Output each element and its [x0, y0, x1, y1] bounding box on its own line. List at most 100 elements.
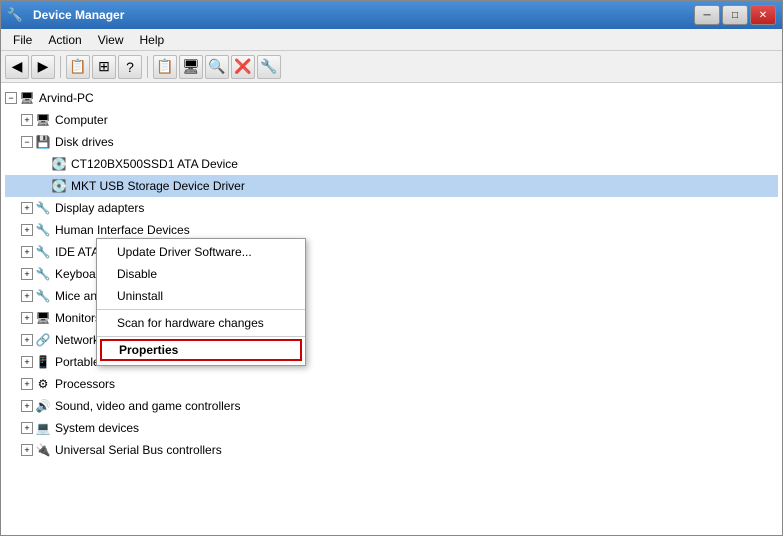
- maximize-button[interactable]: □: [722, 5, 748, 25]
- expand-mice[interactable]: +: [21, 290, 33, 302]
- expand-diskdrives[interactable]: −: [21, 136, 33, 148]
- expand-root[interactable]: −: [5, 92, 17, 104]
- forward-button[interactable]: ▶: [31, 55, 55, 79]
- computer-label: Computer: [55, 110, 108, 130]
- expand-ide[interactable]: +: [21, 246, 33, 258]
- window-icon: 🔧: [7, 7, 23, 23]
- close-button[interactable]: ✕: [750, 5, 776, 25]
- system-label: System devices: [55, 418, 139, 438]
- tree-item-sound[interactable]: + Sound, video and game controllers: [5, 395, 778, 417]
- ctx-update-driver[interactable]: Update Driver Software...: [97, 241, 305, 263]
- sound-label: Sound, video and game controllers: [55, 396, 240, 416]
- expand-usb[interactable]: +: [21, 444, 33, 456]
- expand-computer[interactable]: +: [21, 114, 33, 126]
- usb-icon: [35, 442, 51, 458]
- expand-portable[interactable]: +: [21, 356, 33, 368]
- device-settings-button[interactable]: 🔧: [257, 55, 281, 79]
- hid-icon: [35, 222, 51, 238]
- minimize-button[interactable]: ─: [694, 5, 720, 25]
- ct120-label: CT120BX500SSD1 ATA Device: [71, 154, 238, 174]
- minimize-icon: ─: [703, 10, 710, 21]
- computer-icon: [35, 112, 51, 128]
- toolbar: ◀ ▶ 📋 ⊞ ? 📋 🖥 🔍 ❌ 🔧: [1, 51, 782, 83]
- processors-icon: [35, 376, 51, 392]
- context-menu: Update Driver Software... Disable Uninst…: [96, 238, 306, 366]
- diskdrives-icon: [35, 134, 51, 150]
- devices-icon: 🖥: [182, 58, 200, 75]
- mkt-label: MKT USB Storage Device Driver: [71, 176, 245, 196]
- back-icon: ◀: [12, 58, 23, 75]
- expand-sound[interactable]: +: [21, 400, 33, 412]
- back-button[interactable]: ◀: [5, 55, 29, 79]
- tree-item-mkt[interactable]: MKT USB Storage Device Driver: [5, 175, 778, 197]
- display-label: Display adapters: [55, 198, 144, 218]
- help-button[interactable]: ?: [118, 55, 142, 79]
- menu-file[interactable]: File: [5, 31, 40, 49]
- ctx-disable[interactable]: Disable: [97, 263, 305, 285]
- expand-processors[interactable]: +: [21, 378, 33, 390]
- device-manager-window: 🔧 Device Manager ─ □ ✕ File Action View …: [0, 0, 783, 536]
- help-icon: ?: [126, 59, 134, 75]
- tree-item-system[interactable]: + System devices: [5, 417, 778, 439]
- content-area: − Arvind-PC + Computer − Disk drives: [1, 83, 782, 535]
- resources-icon: 🔍: [208, 58, 225, 75]
- ctx-properties[interactable]: Properties: [100, 339, 302, 361]
- scan-icon: ❌: [234, 58, 251, 75]
- expand-display[interactable]: +: [21, 202, 33, 214]
- ctx-separator-1: [97, 309, 305, 310]
- system-icon: [35, 420, 51, 436]
- title-bar: 🔧 Device Manager ─ □ ✕: [1, 1, 782, 29]
- title-bar-left: 🔧 Device Manager: [7, 7, 124, 23]
- forward-icon: ▶: [38, 58, 49, 75]
- no-expand-ct120: [37, 158, 49, 170]
- ctx-uninstall[interactable]: Uninstall: [97, 285, 305, 307]
- network-icon: [35, 332, 51, 348]
- window-title: Device Manager: [33, 8, 124, 22]
- no-expand-mkt: [37, 180, 49, 192]
- display-icon: 📋: [156, 58, 173, 75]
- usb-label: Universal Serial Bus controllers: [55, 440, 222, 460]
- tree-root[interactable]: − Arvind-PC: [5, 87, 778, 109]
- tree-item-ct120[interactable]: CT120BX500SSD1 ATA Device: [5, 153, 778, 175]
- settings-icon: 🔧: [260, 58, 277, 75]
- expand-hid[interactable]: +: [21, 224, 33, 236]
- expand-network[interactable]: +: [21, 334, 33, 346]
- expand-keyboards[interactable]: +: [21, 268, 33, 280]
- display-button[interactable]: 📋: [153, 55, 177, 79]
- show-devices-button[interactable]: 🖥: [179, 55, 203, 79]
- tree-item-display[interactable]: + Display adapters: [5, 197, 778, 219]
- hid-label: Human Interface Devices: [55, 220, 190, 240]
- monitors-label: Monitors: [55, 308, 101, 328]
- tree-item-usb[interactable]: + Universal Serial Bus controllers: [5, 439, 778, 461]
- processors-label: Processors: [55, 374, 115, 394]
- root-icon: [19, 90, 35, 106]
- root-label: Arvind-PC: [39, 88, 94, 108]
- tree-item-diskdrives[interactable]: − Disk drives: [5, 131, 778, 153]
- update-driver-button[interactable]: ⊞: [92, 55, 116, 79]
- mkt-icon: [51, 178, 67, 194]
- toolbar-separator-2: [147, 56, 148, 78]
- menu-view[interactable]: View: [90, 31, 132, 49]
- portable-icon: [35, 354, 51, 370]
- properties-button[interactable]: 📋: [66, 55, 90, 79]
- resources-button[interactable]: 🔍: [205, 55, 229, 79]
- title-buttons: ─ □ ✕: [694, 5, 776, 25]
- ct120-icon: [51, 156, 67, 172]
- keyboards-icon: [35, 266, 51, 282]
- ctx-separator-2: [97, 336, 305, 337]
- ctx-scan[interactable]: Scan for hardware changes: [97, 312, 305, 334]
- ide-icon: [35, 244, 51, 260]
- sound-icon: [35, 398, 51, 414]
- tree-item-processors[interactable]: + Processors: [5, 373, 778, 395]
- expand-monitors[interactable]: +: [21, 312, 33, 324]
- scan-button[interactable]: ❌: [231, 55, 255, 79]
- menu-action[interactable]: Action: [40, 31, 89, 49]
- display-dev-icon: [35, 200, 51, 216]
- toolbar-separator-1: [60, 56, 61, 78]
- monitors-icon: [35, 310, 51, 326]
- menu-help[interactable]: Help: [132, 31, 173, 49]
- menu-bar: File Action View Help: [1, 29, 782, 51]
- expand-system[interactable]: +: [21, 422, 33, 434]
- maximize-icon: □: [732, 10, 738, 21]
- tree-item-computer[interactable]: + Computer: [5, 109, 778, 131]
